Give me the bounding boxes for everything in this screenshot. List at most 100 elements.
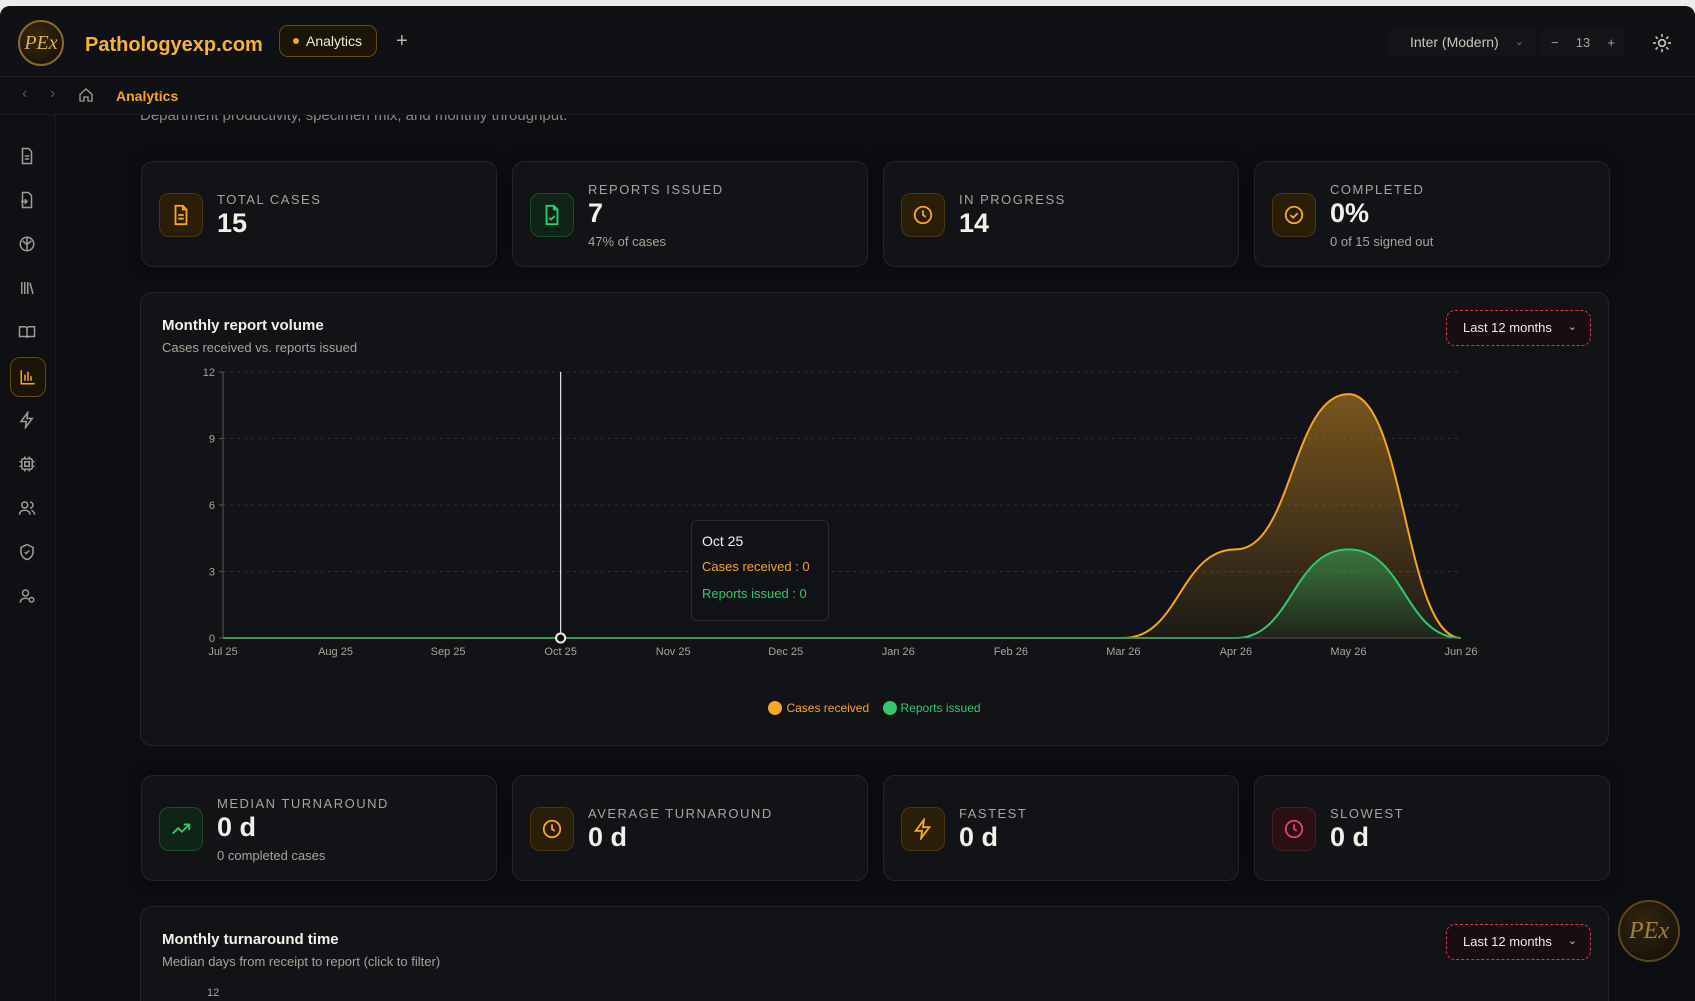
- x-tick-label: Apr 26: [1220, 646, 1252, 658]
- y-tick-label: 6: [209, 500, 215, 512]
- cases-icon[interactable]: [18, 147, 38, 167]
- range-select[interactable]: Last 12 months ⌄: [1446, 924, 1591, 960]
- stat-card-in-progress: IN PROGRESS 14: [883, 161, 1239, 267]
- font-select[interactable]: Inter (Modern) ⌄: [1388, 27, 1536, 57]
- stat-value: 0%: [1330, 198, 1370, 228]
- clock-icon: [1272, 807, 1316, 851]
- top-bar: PEx Pathologyexp.com Analytics + Inter (…: [0, 6, 1695, 77]
- x-tick-label: May 26: [1330, 646, 1366, 658]
- shield-check-icon[interactable]: [18, 543, 38, 563]
- stat-label: SLOWEST: [1330, 806, 1405, 821]
- panel-title: Monthly turnaround time: [162, 931, 339, 948]
- x-tick-label: Aug 25: [318, 646, 353, 658]
- trending-up-icon: [159, 807, 203, 851]
- stat-value: 0 d: [959, 822, 999, 852]
- chevron-down-icon: ⌄: [1567, 935, 1577, 947]
- user-settings-icon[interactable]: [18, 587, 38, 607]
- stat-value: 7: [588, 198, 604, 228]
- tooltip-cases: Cases received : 0: [702, 559, 810, 574]
- panel-subtitle: Median days from receipt to report (clic…: [162, 954, 441, 969]
- stat-card-completed: COMPLETED 0% 0 of 15 signed out: [1254, 161, 1610, 267]
- logo-text: PEx: [1629, 917, 1669, 944]
- logo-text: PEx: [24, 31, 58, 54]
- stat-label: REPORTS ISSUED: [588, 182, 724, 197]
- stat-value: 0 d: [217, 812, 257, 842]
- breadcrumb-bar: ‹ › Analytics: [0, 77, 1695, 115]
- book-icon[interactable]: [18, 323, 38, 343]
- chart-legend: Cases received Reports issued: [141, 701, 1608, 715]
- tooltip-date: Oct 25: [702, 533, 744, 549]
- legend-label: Cases received: [786, 701, 870, 715]
- stat-card-slowest: SLOWEST 0 d: [1254, 775, 1610, 881]
- stat-label: TOTAL CASES: [217, 192, 322, 207]
- breadcrumb-current[interactable]: Analytics: [116, 88, 178, 104]
- stat-card-total-cases: TOTAL CASES 15: [141, 161, 497, 267]
- stat-card-average-turnaround: AVERAGE TURNAROUND 0 d: [512, 775, 868, 881]
- chip-icon[interactable]: [18, 455, 38, 475]
- y-tick-label: 3: [209, 567, 215, 579]
- stat-sub: 47% of cases: [588, 234, 667, 249]
- lightning-icon: [901, 807, 945, 851]
- chevron-down-icon: ⌄: [1514, 36, 1524, 48]
- app-window: PEx Pathologyexp.com Analytics + Inter (…: [0, 6, 1695, 1001]
- file-check-icon: [530, 193, 574, 237]
- x-tick-label: Sep 25: [431, 646, 466, 658]
- x-tick-label: Dec 25: [768, 646, 803, 658]
- stat-sub: 0 completed cases: [217, 848, 326, 863]
- stat-label: FASTEST: [959, 806, 1028, 821]
- x-tick-label: Jan 26: [882, 646, 915, 658]
- y-tick-label: 9: [209, 434, 215, 446]
- font-size-control: − 13 +: [1541, 27, 1625, 57]
- page-description: Department productivity, specimen mix, a…: [140, 115, 568, 124]
- x-tick-label: Jul 25: [208, 646, 237, 658]
- legend-dot: [882, 701, 897, 715]
- chart-tooltip: Oct 25 Cases received : 0 Reports issued…: [691, 520, 829, 621]
- users-icon[interactable]: [18, 499, 38, 519]
- stat-card-reports-issued: REPORTS ISSUED 7 47% of cases: [512, 161, 868, 267]
- series-area-cases-received: [223, 394, 1461, 638]
- stat-label: AVERAGE TURNAROUND: [588, 806, 773, 821]
- stat-card-median-turnaround: MEDIAN TURNAROUND 0 d 0 completed cases: [141, 775, 497, 881]
- legend-dot: [768, 701, 783, 715]
- monthly-volume-panel: Monthly report volume Cases received vs.…: [140, 292, 1609, 746]
- analytics-icon[interactable]: [10, 357, 46, 397]
- forward-arrow-icon[interactable]: ›: [50, 85, 55, 103]
- stat-label: MEDIAN TURNAROUND: [217, 796, 389, 811]
- y-tick-label: 0: [209, 633, 215, 645]
- sun-icon[interactable]: [1652, 33, 1672, 53]
- brain-icon[interactable]: [18, 235, 38, 255]
- monthly-turnaround-panel: Monthly turnaround time Median days from…: [140, 906, 1609, 1001]
- stat-card-fastest: FASTEST 0 d: [883, 775, 1239, 881]
- sidebar: [0, 115, 56, 1001]
- add-tab-button[interactable]: +: [396, 31, 408, 51]
- back-arrow-icon[interactable]: ‹: [22, 85, 27, 103]
- stat-sub: 0 of 15 signed out: [1330, 234, 1434, 249]
- increase-font-button[interactable]: +: [1607, 35, 1615, 50]
- tooltip-reports: Reports issued : 0: [702, 586, 807, 601]
- lightning-icon[interactable]: [18, 409, 38, 431]
- chart-areas: [222, 393, 1462, 639]
- decrease-font-button[interactable]: −: [1551, 35, 1559, 50]
- tab-status-dot: [293, 38, 299, 44]
- stat-value: 0 d: [1330, 822, 1370, 852]
- brand-logo[interactable]: PEx: [18, 20, 64, 66]
- volume-chart[interactable]: 0 3 6 9 12 Jul 25 Aug 25 Sep 25 Oct 25 Nov 25 Dec …: [141, 293, 1610, 693]
- font-select-value: Inter (Modern): [1410, 34, 1499, 50]
- legend-reports-issued[interactable]: Reports issued: [882, 701, 981, 715]
- library-icon[interactable]: [18, 279, 38, 299]
- x-tick-label: Jun 26: [1444, 646, 1477, 658]
- y-tick-label: 12: [207, 987, 220, 999]
- y-tick-label: 12: [203, 367, 215, 379]
- legend-cases-received[interactable]: Cases received: [768, 701, 869, 715]
- check-circle-icon: [1272, 193, 1316, 237]
- x-tick-label: Nov 25: [656, 646, 691, 658]
- tab-analytics[interactable]: Analytics: [279, 25, 378, 57]
- floating-logo-button[interactable]: PEx: [1618, 900, 1680, 962]
- stat-value: 14: [959, 208, 990, 238]
- file-import-icon[interactable]: [18, 191, 38, 211]
- legend-label: Reports issued: [900, 701, 981, 715]
- brand-name[interactable]: Pathologyexp.com: [85, 34, 263, 57]
- main-content: Department productivity, specimen mix, a…: [56, 115, 1695, 1001]
- home-icon[interactable]: [78, 87, 94, 103]
- x-tick-label: Mar 26: [1106, 646, 1140, 658]
